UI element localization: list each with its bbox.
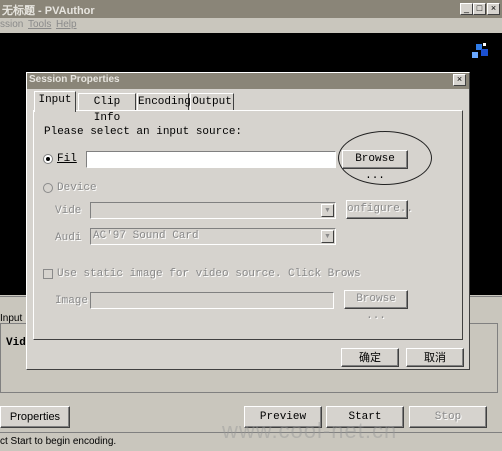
static-image-checkbox-label: Use static image for video source. Click… xyxy=(57,268,361,280)
close-button[interactable]: × xyxy=(487,3,500,15)
menu-item-tools[interactable]: Tools xyxy=(28,19,51,30)
audio-device-value: AC'97 Sound Card xyxy=(93,230,199,242)
image-browse-button: Browse ... xyxy=(344,290,408,322)
minimize-button[interactable]: _ xyxy=(460,3,473,15)
radio-unselected-icon xyxy=(43,183,53,193)
chevron-down-icon: ▼ xyxy=(321,230,334,243)
file-radio[interactable] xyxy=(43,154,53,167)
video-label: Vide xyxy=(55,205,82,217)
image-label: Image xyxy=(55,295,89,307)
dialog-title-bar: Session Properties × xyxy=(27,73,469,89)
tab-input[interactable]: Input xyxy=(34,91,76,112)
properties-button[interactable]: Properties xyxy=(0,406,70,428)
chevron-down-icon: ▼ xyxy=(321,204,334,217)
image-path-input xyxy=(90,292,334,309)
maximize-button[interactable]: □ xyxy=(473,3,486,15)
cancel-button[interactable]: 取消 xyxy=(406,348,464,367)
watermark: www.cool-net.cn xyxy=(222,418,398,443)
video-device-select: ▼ xyxy=(90,202,336,219)
radio-selected-icon xyxy=(43,154,53,164)
device-radio xyxy=(43,183,53,196)
device-option-label: Device xyxy=(57,182,97,194)
tab-encoding[interactable]: Encoding xyxy=(137,93,191,111)
tab-clip-info[interactable]: Clip Info xyxy=(78,93,136,124)
menu-item-help[interactable]: Help xyxy=(56,19,77,30)
dialog-title: Session Properties xyxy=(29,74,120,85)
menu-bar: ssion Tools Help xyxy=(0,18,502,32)
file-path-input[interactable] xyxy=(86,151,336,168)
menu-item-session[interactable]: ssion xyxy=(0,19,23,30)
ok-button[interactable]: 确定 xyxy=(341,348,399,367)
file-option-label[interactable]: Fil xyxy=(57,153,77,165)
audio-label: Audi xyxy=(55,232,82,244)
input-source-prompt: Please select an input source: xyxy=(44,126,243,138)
main-title: 无标题 - PVAuthor xyxy=(2,5,95,17)
browse-button-annotation xyxy=(338,131,432,185)
logo-icon xyxy=(470,41,490,61)
status-text: ct Start to begin encoding. xyxy=(0,436,117,447)
configure-button: onfigure.. xyxy=(346,200,413,219)
audio-device-select: AC'97 Sound Card ▼ xyxy=(90,228,336,245)
stop-button: Stop xyxy=(409,406,487,428)
dialog-close-button[interactable]: × xyxy=(453,74,466,86)
static-image-checkbox xyxy=(43,269,53,279)
main-title-bar: 无标题 - PVAuthor _ □ × xyxy=(0,0,502,18)
tab-output[interactable]: Output xyxy=(190,93,234,111)
vid-label: Vid xyxy=(6,337,26,349)
